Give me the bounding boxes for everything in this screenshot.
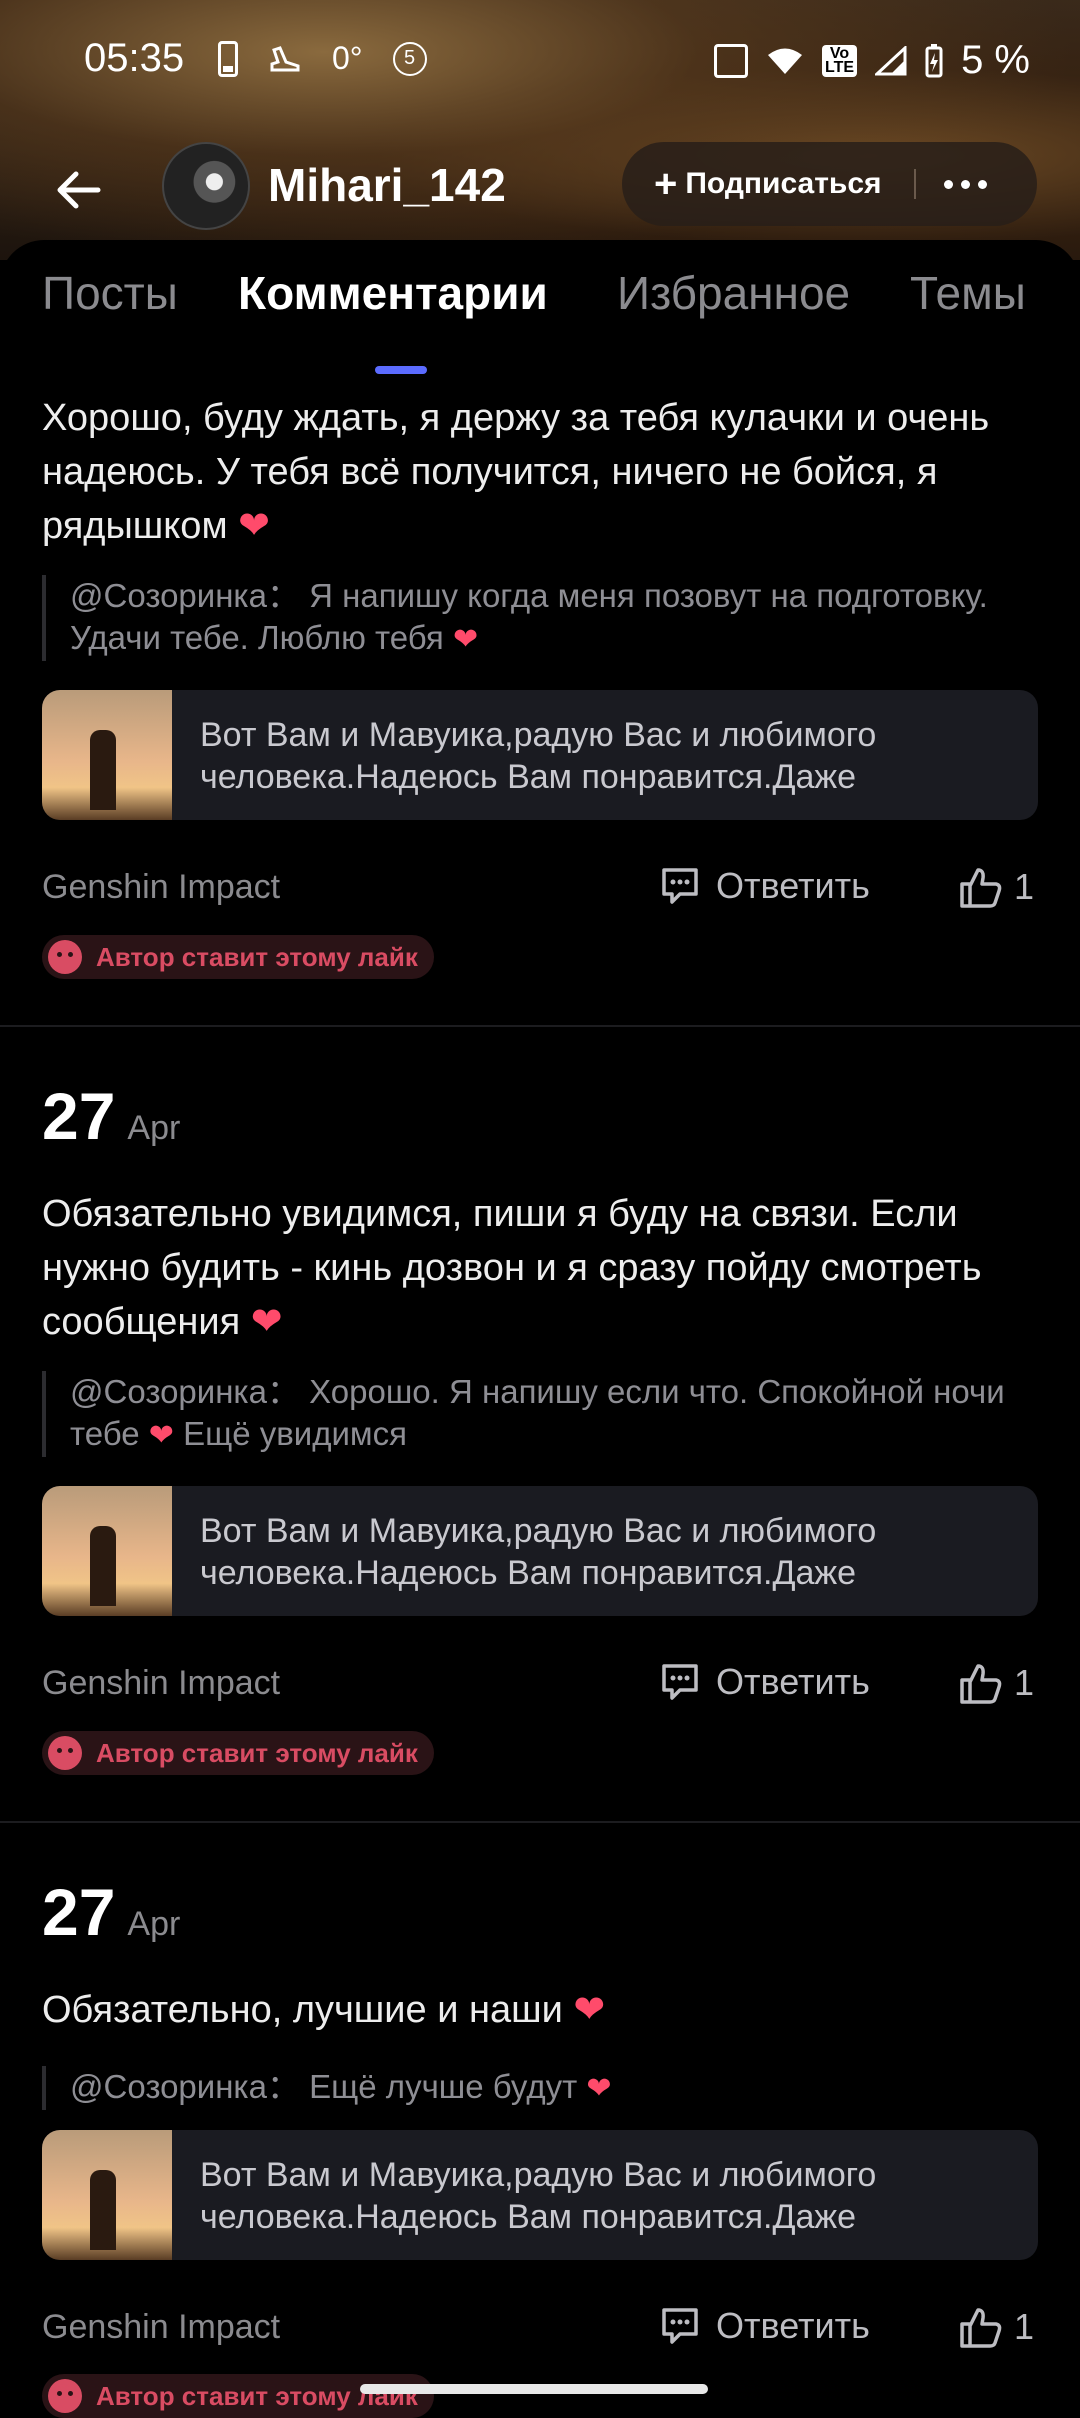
like-button[interactable]: 1	[958, 864, 1034, 910]
author-liked-badge: Автор ставит этому лайк	[42, 2374, 434, 2418]
reply-button[interactable]: Ответить	[658, 2304, 870, 2348]
date-month: Apr	[127, 1109, 181, 1147]
thumbs-up-icon	[960, 868, 1002, 908]
post-preview-text: Вот Вам и Мавуика,радую Вас и любимого ч…	[200, 2156, 877, 2236]
notification-count-badge: 5	[392, 41, 427, 76]
back-button[interactable]	[50, 162, 106, 218]
back-arrow-icon	[57, 171, 101, 209]
battery-saver-icon	[218, 40, 238, 77]
game-tag[interactable]: Genshin Impact	[42, 2308, 280, 2347]
battery-percent: 5 %	[961, 38, 1030, 82]
date-day: 27	[42, 1079, 116, 1153]
temperature-text: 0°	[332, 40, 363, 76]
home-indicator[interactable]	[360, 2384, 708, 2394]
author-like-icon	[48, 940, 82, 974]
heart-emoji-icon: ❤	[148, 1419, 174, 1452]
post-preview-text: Вот Вам и Мавуика,радую Вас и любимого ч…	[200, 1512, 877, 1592]
heart-emoji-icon: ❤	[238, 505, 270, 547]
heart-emoji-icon: ❤	[573, 1989, 606, 2031]
comment-text: Обязательно увидимся, пиши я буду на свя…	[42, 1193, 982, 1343]
more-options-button[interactable]	[916, 142, 1016, 226]
thumbs-up-icon	[960, 2308, 1002, 2348]
thumbs-up-icon	[960, 1664, 1002, 1704]
tab-favorites[interactable]: Избранное	[617, 266, 850, 320]
reply-label: Ответить	[716, 865, 870, 906]
nfc-icon	[714, 43, 749, 78]
quoted-comment[interactable]: @Созоринка： Хорошо. Я напишу если что. С…	[42, 1371, 1070, 1457]
like-button[interactable]: 1	[958, 2304, 1034, 2350]
author-liked-label: Автор ставит этому лайк	[96, 1737, 418, 1768]
like-button[interactable]: 1	[958, 1660, 1034, 1706]
quote-user: @Созоринка：	[70, 1373, 300, 1410]
follow-label: Подписаться	[685, 167, 882, 200]
divider	[0, 1821, 1080, 1823]
wifi-icon	[766, 46, 804, 76]
active-tab-indicator	[375, 366, 427, 374]
author-liked-badge: Автор ставит этому лайк	[42, 1731, 434, 1775]
heart-emoji-icon: ❤	[586, 2072, 612, 2105]
tab-topics[interactable]: Темы	[910, 266, 1026, 320]
date-month: Apr	[127, 1905, 181, 1943]
reply-icon	[662, 868, 698, 904]
comment-date: 27 Apr	[42, 1874, 180, 1950]
post-preview-text: Вот Вам и Мавуика,радую Вас и любимого ч…	[200, 716, 877, 796]
reply-icon	[662, 1664, 698, 1700]
username[interactable]: Mihari_142	[268, 158, 506, 212]
linked-post-card[interactable]: Вот Вам и Мавуика,радую Вас и любимого ч…	[42, 1486, 1038, 1616]
reply-label: Ответить	[716, 1661, 870, 1702]
linked-post-card[interactable]: Вот Вам и Мавуика,радую Вас и любимого ч…	[42, 2130, 1038, 2260]
reply-label: Ответить	[716, 2305, 870, 2346]
reply-button[interactable]: Ответить	[658, 1660, 870, 1704]
author-like-icon	[48, 1736, 82, 1770]
author-like-icon	[48, 2379, 82, 2413]
quoted-comment[interactable]: @Созоринка： Ещё лучше будут ❤	[42, 2066, 1070, 2110]
comment-text: Хорошо, буду ждать, я держу за тебя кула…	[42, 397, 990, 547]
reply-button[interactable]: Ответить	[658, 864, 870, 908]
signal-icon	[875, 45, 907, 76]
post-thumbnail	[42, 690, 172, 820]
more-dots-icon	[944, 179, 954, 189]
quoted-comment[interactable]: @Созоринка： Я напишу когда меня позовут …	[42, 575, 1070, 661]
heart-emoji-icon: ❤	[452, 623, 479, 656]
reply-icon	[662, 2308, 698, 2344]
battery-charging-icon	[925, 43, 943, 78]
quote-text-tail: Ещё увидимся	[183, 1415, 407, 1452]
plus-icon: +	[654, 161, 678, 206]
quote-user: @Созоринка：	[70, 2068, 300, 2105]
follow-button[interactable]: + Подписаться	[622, 142, 882, 226]
avatar[interactable]	[162, 142, 250, 230]
author-liked-label: Автор ставит этому лайк	[96, 941, 418, 972]
like-count: 1	[1014, 2306, 1035, 2347]
divider	[0, 1025, 1080, 1027]
profile-topbar: Mihari_142 + Подписаться	[0, 140, 1080, 240]
status-bar: 05:35 0° 5 Vo LTE 5 %	[0, 0, 1080, 120]
linked-post-card[interactable]: Вот Вам и Мавуика,радую Вас и любимого ч…	[42, 690, 1038, 820]
author-liked-badge: Автор ставит этому лайк	[42, 935, 434, 979]
follow-pill: + Подписаться	[622, 142, 1037, 226]
post-thumbnail	[42, 2130, 172, 2260]
shoe-icon	[268, 44, 302, 74]
quote-user: @Созоринка：	[70, 577, 300, 614]
post-thumbnail	[42, 1486, 172, 1616]
status-time: 05:35	[84, 36, 185, 80]
comment-date: 27 Apr	[42, 1078, 180, 1154]
quote-text: Ещё лучше будут	[309, 2068, 578, 2105]
heart-emoji-icon: ❤	[250, 1301, 283, 1343]
like-count: 1	[1014, 866, 1035, 907]
date-day: 27	[42, 1875, 116, 1949]
volte-icon: Vo LTE	[822, 44, 858, 77]
tab-posts[interactable]: Посты	[42, 266, 178, 320]
profile-tabs: Посты Комментарии Избранное Темы	[0, 266, 1080, 374]
like-count: 1	[1014, 1662, 1035, 1703]
tab-comments[interactable]: Комментарии	[238, 266, 548, 320]
game-tag[interactable]: Genshin Impact	[42, 868, 280, 907]
game-tag[interactable]: Genshin Impact	[42, 1664, 280, 1703]
comment-text: Обязательно, лучшие и наши	[42, 1989, 563, 2031]
